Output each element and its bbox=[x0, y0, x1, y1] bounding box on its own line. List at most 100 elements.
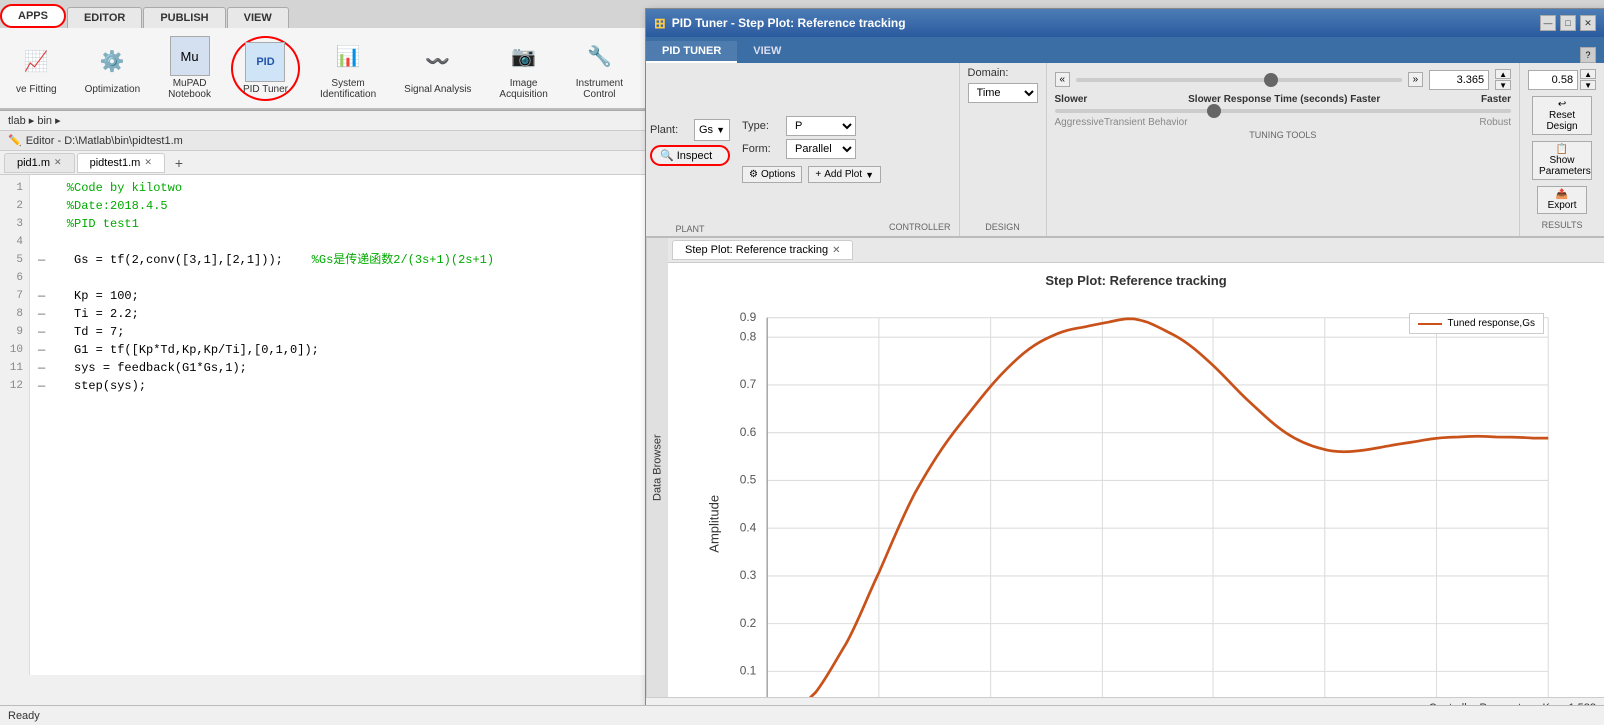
app-signal-analysis[interactable]: 〰️ Signal Analysis bbox=[396, 38, 479, 99]
tab-view[interactable]: VIEW bbox=[227, 7, 289, 28]
signal-analysis-label: Signal Analysis bbox=[404, 84, 471, 95]
form-label: Form: bbox=[742, 143, 782, 155]
code-comment-1: %Code by kilotwo bbox=[38, 181, 182, 195]
app-curve-fitting[interactable]: 📈 ve Fitting bbox=[8, 38, 65, 99]
type-select[interactable]: P bbox=[786, 116, 856, 136]
show-parameters-button[interactable]: 📋 ShowParameters bbox=[1532, 141, 1592, 180]
ln-3: 3 bbox=[6, 215, 23, 233]
tab-editor[interactable]: EDITOR bbox=[67, 7, 142, 28]
domain-select[interactable]: Time bbox=[968, 83, 1038, 103]
matlab-status-bar: Ready bbox=[0, 705, 1604, 725]
app-pid-tuner[interactable]: PID PID Tuner bbox=[231, 36, 300, 101]
image-acq-icon: 📷 bbox=[504, 36, 544, 76]
type-row: Type: P bbox=[742, 116, 881, 136]
breadcrumb-text: tlab ▸ bin ▸ bbox=[8, 114, 61, 127]
tab-pidtest1-label: pidtest1.m bbox=[90, 157, 141, 169]
ln-4: 4 bbox=[6, 233, 23, 251]
slider-track bbox=[1076, 78, 1402, 82]
slider-down-btn[interactable]: ▼ bbox=[1495, 80, 1511, 90]
slider-left-btn[interactable]: « bbox=[1055, 72, 1071, 87]
results-spinner-group: ▲ ▼ bbox=[1528, 69, 1596, 90]
plot-legend: Tuned response,Gs bbox=[1409, 313, 1544, 334]
results-down-btn[interactable]: ▼ bbox=[1580, 80, 1596, 90]
svg-text:0.7: 0.7 bbox=[740, 377, 757, 391]
results-up-btn[interactable]: ▲ bbox=[1580, 69, 1596, 79]
minimize-button[interactable]: — bbox=[1540, 15, 1556, 31]
form-row: Form: Parallel bbox=[742, 139, 881, 159]
help-icon[interactable]: ? bbox=[1580, 47, 1596, 63]
dash-11: — bbox=[38, 361, 74, 375]
instrument-icon: 🔧 bbox=[579, 36, 619, 76]
data-browser-label: Data Browser bbox=[652, 434, 664, 501]
code-line-12: — step(sys); bbox=[38, 377, 640, 395]
plant-value: Gs bbox=[699, 124, 713, 136]
slider-up-btn[interactable]: ▲ bbox=[1495, 69, 1511, 79]
second-slider-handle[interactable] bbox=[1207, 104, 1221, 118]
app-optimization[interactable]: ⚙️ Optimization bbox=[77, 38, 149, 99]
reset-label: ResetDesign bbox=[1546, 110, 1577, 132]
mupad-icon: Mu bbox=[170, 36, 210, 76]
plot-tab-close[interactable]: ✕ bbox=[832, 245, 840, 256]
app-system-id[interactable]: 📊 SystemIdentification bbox=[312, 32, 384, 104]
curve-fitting-label: ve Fitting bbox=[16, 84, 57, 95]
add-plot-icon: + bbox=[815, 169, 821, 180]
pid-tuner-icon: PID bbox=[245, 42, 285, 82]
ln-9: 9 bbox=[6, 323, 23, 341]
code-comment-3: %PID test1 bbox=[38, 217, 139, 231]
reset-design-button[interactable]: ↩ ResetDesign bbox=[1532, 96, 1592, 135]
image-acq-label: ImageAcquisition bbox=[499, 78, 547, 100]
dash-7: — bbox=[38, 289, 74, 303]
svg-text:0.2: 0.2 bbox=[740, 616, 757, 630]
slider-value-input[interactable] bbox=[1429, 70, 1489, 90]
pid-tab-view[interactable]: VIEW bbox=[737, 41, 797, 63]
editor-tab-pid1[interactable]: pid1.m ✕ bbox=[4, 153, 75, 173]
app-mupad[interactable]: Mu MuPADNotebook bbox=[160, 32, 219, 104]
tab-apps[interactable]: APPS bbox=[0, 4, 66, 28]
export-icon: 📤 bbox=[1556, 189, 1568, 200]
add-plot-button[interactable]: + Add Plot ▼ bbox=[808, 166, 881, 183]
results-value-input[interactable] bbox=[1528, 70, 1578, 90]
plant-controls: Plant: Gs ▼ 🔍 Inspect bbox=[650, 119, 730, 166]
restore-button[interactable]: □ bbox=[1560, 15, 1576, 31]
form-select[interactable]: Parallel bbox=[786, 139, 856, 159]
code-content[interactable]: %Code by kilotwo %Date:2018.4.5 %PID tes… bbox=[30, 175, 648, 675]
editor-tab-add[interactable]: + bbox=[167, 152, 191, 174]
tab-pidtest1-close[interactable]: ✕ bbox=[144, 157, 152, 168]
controller-section: Type: P Form: Parallel ⚙ bbox=[734, 63, 960, 236]
app-instrument[interactable]: 🔧 InstrumentControl bbox=[568, 32, 631, 104]
inspect-button[interactable]: 🔍 Inspect bbox=[650, 145, 730, 166]
editor-tab-pidtest1[interactable]: pidtest1.m ✕ bbox=[77, 153, 165, 173]
options-label: Options bbox=[761, 169, 795, 180]
slider-right-btn[interactable]: » bbox=[1408, 72, 1424, 87]
pid-tab-tuner[interactable]: PID TUNER bbox=[646, 41, 737, 63]
slider-handle[interactable] bbox=[1264, 73, 1278, 87]
svg-text:0.4: 0.4 bbox=[740, 520, 757, 534]
legend-label: Tuned response,Gs bbox=[1448, 318, 1535, 329]
controller-section-label: CONTROLLER bbox=[889, 222, 951, 232]
ln-2: 2 bbox=[6, 197, 23, 215]
tab-pid1-close[interactable]: ✕ bbox=[54, 157, 62, 168]
tab-pid1-label: pid1.m bbox=[17, 157, 50, 169]
export-button[interactable]: 📤 Export bbox=[1537, 186, 1587, 214]
editor-title: Editor - D:\Matlab\bin\pidtest1.m bbox=[26, 135, 183, 147]
plant-select[interactable]: Gs ▼ bbox=[694, 119, 730, 141]
app-image-acq[interactable]: 📷 ImageAcquisition bbox=[491, 32, 555, 104]
slower-label: Slower bbox=[1055, 94, 1088, 105]
plot-tab-step[interactable]: Step Plot: Reference tracking ✕ bbox=[672, 240, 853, 260]
close-button[interactable]: ✕ bbox=[1580, 15, 1596, 31]
response-labels: Slower Slower Response Time (seconds) Fa… bbox=[1055, 94, 1512, 105]
second-slider-row: AggressiveTransient Behavior Robust bbox=[1055, 109, 1512, 128]
code-line-9: — Td = 7; bbox=[38, 323, 640, 341]
data-browser-tab[interactable]: Data Browser bbox=[646, 238, 668, 697]
pid-ribbon-content: Plant: Gs ▼ 🔍 Inspect PLANT bbox=[646, 63, 1604, 238]
svg-text:0.6: 0.6 bbox=[740, 425, 757, 439]
pid-title: ⊞ PID Tuner - Step Plot: Reference track… bbox=[654, 15, 906, 32]
system-id-label: SystemIdentification bbox=[320, 78, 376, 100]
options-button[interactable]: ⚙ Options bbox=[742, 166, 802, 183]
slider-nav-row: « » ▲ ▼ bbox=[1055, 69, 1512, 90]
code-line-5: — Gs = tf(2,conv([3,1],[2,1])); %Gs是传递函数… bbox=[38, 251, 640, 269]
code-line-8: — Ti = 2.2; bbox=[38, 305, 640, 323]
show-params-label: ShowParameters bbox=[1539, 155, 1591, 177]
ln-12: 12 bbox=[6, 377, 23, 395]
tab-publish[interactable]: PUBLISH bbox=[143, 7, 225, 28]
